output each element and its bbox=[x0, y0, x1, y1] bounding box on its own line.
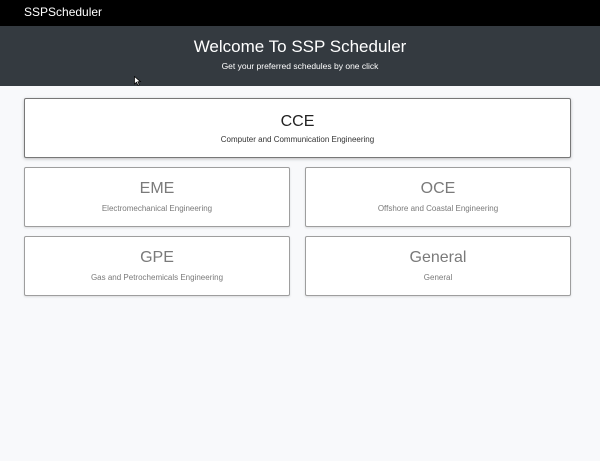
department-card-gpe[interactable]: GPE Gas and Petrochemicals Engineering bbox=[24, 236, 290, 296]
department-card-general[interactable]: General General bbox=[305, 236, 571, 296]
hero-banner: Welcome To SSP Scheduler Get your prefer… bbox=[0, 26, 600, 86]
department-code: GPE bbox=[140, 249, 174, 266]
department-name: Offshore and Coastal Engineering bbox=[377, 204, 499, 213]
department-name: Gas and Petrochemicals Engineering bbox=[90, 273, 224, 282]
brand-link[interactable]: SSPScheduler bbox=[24, 4, 102, 20]
department-code: EME bbox=[139, 180, 175, 197]
department-name: Computer and Communication Engineering bbox=[220, 135, 375, 144]
department-code: CCE bbox=[280, 113, 315, 130]
department-code: General bbox=[409, 249, 467, 266]
department-card-eme[interactable]: EME Electromechanical Engineering bbox=[24, 167, 290, 227]
hero-subtitle: Get your preferred schedules by one clic… bbox=[221, 61, 379, 71]
navbar: SSPScheduler bbox=[0, 0, 600, 26]
department-card-oce[interactable]: OCE Offshore and Coastal Engineering bbox=[305, 167, 571, 227]
department-name: General bbox=[423, 273, 453, 282]
hero-title: Welcome To SSP Scheduler bbox=[193, 37, 407, 56]
department-card-cce[interactable]: CCE Computer and Communication Engineeri… bbox=[24, 98, 571, 158]
department-code: OCE bbox=[420, 180, 456, 197]
department-name: Electromechanical Engineering bbox=[101, 204, 213, 213]
mouse-cursor-icon bbox=[134, 76, 142, 86]
